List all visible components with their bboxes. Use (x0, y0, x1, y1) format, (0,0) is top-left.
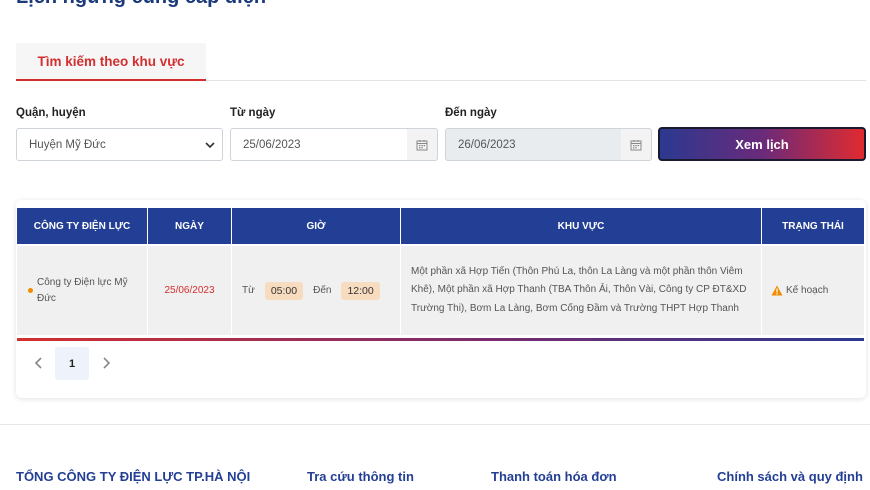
from-date-calendar-button[interactable] (407, 128, 438, 161)
chevron-right-icon[interactable] (99, 356, 113, 370)
table-header: CÔNG TY ĐIỆN LỰC NGÀY GIỜ KHU VỰC TRẠNG … (17, 208, 864, 244)
time-from-chip: 05:00 (264, 281, 304, 300)
date-cell: 25/06/2023 (148, 246, 232, 335)
footer-link-payment[interactable]: Thanh toán hóa đơn (491, 469, 617, 484)
column-header-area: KHU VỰC (401, 208, 762, 244)
calendar-icon (416, 139, 428, 150)
to-date-calendar-button[interactable] (621, 128, 652, 161)
to-date-label: Đến ngày (445, 107, 497, 119)
tab-search-by-area[interactable]: Tìm kiếm theo khu vực (16, 43, 206, 81)
from-date-label: Từ ngày (230, 107, 276, 119)
district-select-value: Huyện Mỹ Đức (29, 138, 106, 151)
table-bottom-gradient-bar (17, 338, 864, 341)
footer-divider (0, 424, 870, 425)
tab-bar: Tìm kiếm theo khu vực (16, 43, 866, 81)
to-date-value: 26/06/2023 (458, 138, 516, 151)
time-to-label: Đến (313, 285, 332, 296)
footer-link-company[interactable]: TỔNG CÔNG TY ĐIỆN LỰC TP.HÀ NỘI (16, 469, 250, 484)
table-row: Công ty Điện lực Mỹ Đức 25/06/2023 Từ 05… (17, 246, 864, 335)
from-date-input[interactable]: 25/06/2023 (230, 128, 408, 161)
chevron-left-icon[interactable] (32, 356, 46, 370)
district-select[interactable]: Huyện Mỹ Đức (16, 128, 223, 161)
company-name: Công ty Điện lực Mỹ Đức (37, 276, 128, 304)
footer-link-policy[interactable]: Chính sách và quy định (717, 469, 863, 484)
status-cell: Kế hoạch (762, 246, 864, 335)
column-header-status: TRẠNG THÁI (782, 220, 844, 232)
time-cell: Từ 05:00 Đến 12:00 (232, 246, 401, 335)
chevron-down-icon (205, 142, 215, 149)
warning-icon (771, 285, 783, 296)
status-badge: Kế hoạch (786, 285, 829, 296)
to-date-input[interactable]: 26/06/2023 (445, 128, 622, 161)
calendar-icon (630, 139, 642, 150)
page-title-partial: Lịch ngừng cung cấp điện (16, 0, 266, 9)
column-header-time: GIỜ (232, 208, 401, 244)
area-text: Một phần xã Hợp Tiến (Thôn Phú La, thôn … (411, 265, 747, 314)
time-to-chip: 12:00 (341, 281, 380, 300)
footer-link-lookup[interactable]: Tra cứu thông tin (307, 469, 414, 484)
view-schedule-button[interactable]: Xem lịch (658, 127, 866, 161)
from-date-value: 25/06/2023 (243, 138, 301, 151)
time-from-label: Từ (242, 285, 255, 296)
bullet-dot-icon (28, 288, 33, 293)
district-label: Quận, huyện (16, 107, 86, 119)
company-cell: Công ty Điện lực Mỹ Đức (17, 246, 148, 335)
column-header-company: CÔNG TY ĐIỆN LỰC (17, 208, 148, 244)
area-cell: Một phần xã Hợp Tiến (Thôn Phú La, thôn … (401, 246, 762, 335)
column-header-date: NGÀY (148, 208, 232, 244)
pagination-page-1[interactable]: 1 (55, 347, 89, 380)
